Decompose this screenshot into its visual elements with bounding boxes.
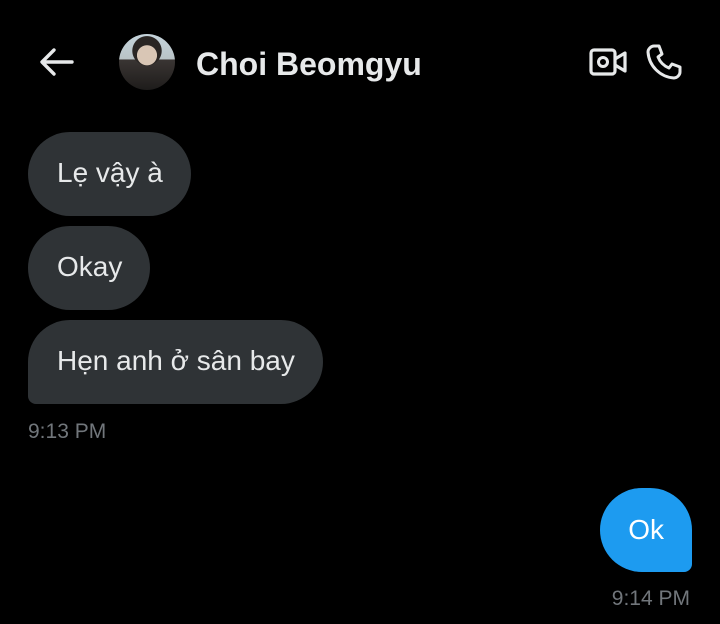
voice-call-button[interactable] xyxy=(642,40,686,84)
contact-name[interactable]: Choi Beomgyu xyxy=(196,44,422,84)
incoming-message-bubble[interactable]: Hẹn anh ở sân bay xyxy=(28,320,323,404)
message-timestamp: 9:13 PM xyxy=(28,420,107,443)
arrow-left-icon xyxy=(40,48,74,76)
incoming-message-bubble[interactable]: Lẹ vậy à xyxy=(28,132,191,216)
avatar[interactable] xyxy=(119,34,175,90)
back-button[interactable] xyxy=(36,42,76,82)
incoming-message-bubble[interactable]: Okay xyxy=(28,226,151,310)
message-timestamp: 9:14 PM xyxy=(611,587,690,610)
conversation-header: Choi Beomgyu xyxy=(0,0,720,128)
video-camera-icon xyxy=(589,48,627,76)
outgoing-message-bubble[interactable]: Ok xyxy=(600,488,692,572)
phone-icon xyxy=(646,44,682,80)
video-call-button[interactable] xyxy=(586,42,630,82)
